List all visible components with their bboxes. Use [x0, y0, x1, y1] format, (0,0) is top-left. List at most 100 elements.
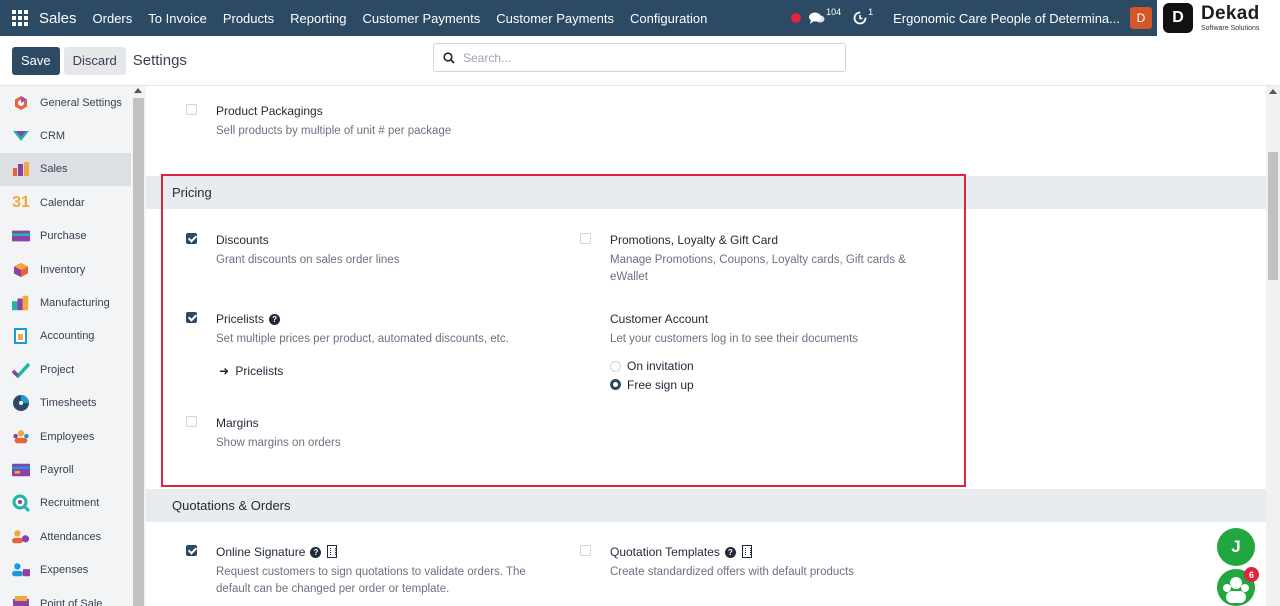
sidebar-item-payroll[interactable]: Payroll: [0, 453, 131, 486]
sidebar-item-expenses[interactable]: Expenses: [0, 553, 131, 586]
sidebar-item-general-settings[interactable]: General Settings: [0, 86, 131, 119]
setting-title: Online Signature: [216, 545, 306, 559]
recruitment-icon: [12, 494, 30, 513]
menu-customer-payments-2[interactable]: Customer Payments: [496, 11, 614, 26]
sidebar-item-sales[interactable]: Sales: [0, 152, 131, 187]
sidebar-item-label: Payroll: [40, 463, 74, 476]
sidebar-item-label: Purchase: [40, 230, 87, 243]
section-title: Quotations & Orders: [172, 498, 291, 513]
help-icon[interactable]: ?: [724, 547, 736, 558]
setting-description: Sell products by multiple of unit # per …: [216, 125, 452, 137]
discard-button[interactable]: Discard: [63, 46, 126, 75]
sidebar-item-calendar[interactable]: 31 Calendar: [0, 186, 131, 219]
sidebar-item-label: Point of Sale: [40, 597, 103, 606]
link-label: Pricelists: [235, 364, 284, 378]
section-header-quotations: Quotations & Orders: [146, 489, 1266, 522]
search-icon: [443, 51, 455, 64]
setting-description: Request customers to sign quotations to …: [216, 566, 526, 595]
radio-label-on-invitation[interactable]: On invitation: [627, 359, 694, 373]
setting-title: Quotation Templates: [610, 545, 720, 559]
sidebar-scrollbar-thumb[interactable]: [133, 98, 144, 606]
online-signature-checkbox[interactable]: [186, 545, 197, 556]
menu-customer-payments[interactable]: Customer Payments: [363, 11, 481, 26]
sidebar-item-label: Accounting: [40, 330, 95, 343]
setting-title: Discounts: [216, 233, 269, 247]
systray: 104 1 Ergonomic Care People of Determina…: [791, 0, 1152, 36]
sidebar-item-label: Inventory: [40, 263, 86, 276]
sidebar-item-accounting[interactable]: Accounting: [0, 320, 131, 353]
inventory-icon: [12, 261, 30, 279]
sidebar-item-inventory[interactable]: Inventory: [0, 253, 131, 286]
sidebar-item-timesheets[interactable]: Timesheets: [0, 387, 131, 420]
sidebar-item-employees[interactable]: Employees: [0, 420, 131, 453]
setting-title: Customer Account: [610, 312, 709, 326]
sidebar-item-crm[interactable]: CRM: [0, 119, 131, 152]
menu-products[interactable]: Products: [223, 11, 274, 26]
setting-description: Manage Promotions, Coupons, Loyalty card…: [610, 254, 906, 283]
setting-quotation-templates: Quotation Templates? Create standardized…: [610, 545, 940, 581]
sidebar-item-attendances[interactable]: Attendances: [0, 520, 131, 553]
menu-to-invoice[interactable]: To Invoice: [148, 11, 207, 26]
sidebar-item-point-of-sale[interactable]: Point of Sale: [0, 587, 131, 606]
expenses-icon: [12, 561, 30, 579]
pricelists-link[interactable]: ➜ Pricelists: [219, 364, 576, 378]
setting-promotions: Promotions, Loyalty & Gift Card Manage P…: [610, 233, 920, 286]
save-button[interactable]: Save: [12, 46, 60, 75]
pos-icon: [12, 595, 30, 606]
setting-title: Promotions, Loyalty & Gift Card: [610, 233, 779, 247]
setting-title: Pricelists: [216, 312, 265, 326]
menu-orders[interactable]: Orders: [93, 11, 133, 26]
brand-name: Dekad: [1201, 3, 1260, 24]
search-input[interactable]: [463, 50, 823, 65]
menu-reporting[interactable]: Reporting: [290, 11, 346, 26]
search-box[interactable]: [433, 43, 846, 72]
chat-bubbles-icon: [809, 12, 825, 24]
radio-on-invitation[interactable]: [610, 361, 621, 372]
sidebar-item-label: Sales: [40, 163, 68, 176]
setting-description: Set multiple prices per product, automat…: [216, 333, 509, 345]
section-title: Pricing: [172, 185, 212, 200]
product-packagings-checkbox[interactable]: [186, 104, 197, 115]
sidebar-item-label: Timesheets: [40, 397, 97, 410]
sidebar-item-purchase[interactable]: Purchase: [0, 220, 131, 253]
main-scrollbar-thumb[interactable]: [1268, 152, 1278, 280]
sidebar-item-project[interactable]: Project: [0, 353, 131, 386]
sidebar-item-recruitment[interactable]: Recruitment: [0, 487, 131, 520]
setting-title: Product Packagings: [216, 104, 323, 118]
messages-button[interactable]: 104: [809, 7, 841, 25]
sidebar-item-label: CRM: [40, 130, 66, 143]
apps-menu-icon[interactable]: [12, 10, 28, 26]
sidebar-scrollbar[interactable]: [131, 86, 146, 606]
setting-description: Create standardized offers with default …: [610, 566, 854, 578]
main-scrollbar[interactable]: [1266, 86, 1280, 606]
recording-indicator-icon[interactable]: [791, 13, 802, 23]
setting-description: Show margins on orders: [216, 437, 341, 449]
chat-avatar-button[interactable]: J: [1217, 528, 1255, 566]
radio-label-free-sign-up[interactable]: Free sign up: [627, 378, 694, 392]
radio-free-sign-up[interactable]: [610, 379, 621, 390]
help-icon[interactable]: ?: [269, 314, 281, 325]
menu-configuration[interactable]: Configuration: [630, 11, 707, 26]
pricelists-checkbox[interactable]: [186, 312, 197, 323]
sidebar-item-manufacturing[interactable]: Manufacturing: [0, 286, 131, 319]
sidebar-item-label: Manufacturing: [40, 297, 110, 310]
activities-button[interactable]: 1: [853, 7, 873, 25]
activities-count: 1: [868, 7, 874, 17]
sidebar-item-label: General Settings: [40, 96, 122, 109]
user-avatar[interactable]: D: [1130, 7, 1152, 29]
brand-logo: D Dekad Software Solutions: [1157, 0, 1280, 36]
margins-checkbox[interactable]: [186, 416, 197, 427]
app-name[interactable]: Sales: [39, 10, 77, 27]
setting-product-packagings: Product Packagings Sell products by mult…: [216, 104, 451, 140]
scroll-up-arrow-icon[interactable]: [134, 88, 142, 93]
control-panel: Save Discard Settings: [0, 36, 1280, 86]
promotions-checkbox[interactable]: [580, 233, 591, 244]
discounts-checkbox[interactable]: [186, 233, 197, 244]
company-switcher[interactable]: Ergonomic Care People of Determina...: [893, 11, 1120, 26]
setting-title: Margins: [216, 416, 259, 430]
help-icon[interactable]: ?: [310, 547, 322, 558]
quotation-templates-checkbox[interactable]: [580, 545, 591, 556]
scroll-up-arrow-icon[interactable]: [1269, 89, 1277, 94]
project-icon: [12, 361, 30, 379]
company-building-icon: [327, 545, 338, 558]
